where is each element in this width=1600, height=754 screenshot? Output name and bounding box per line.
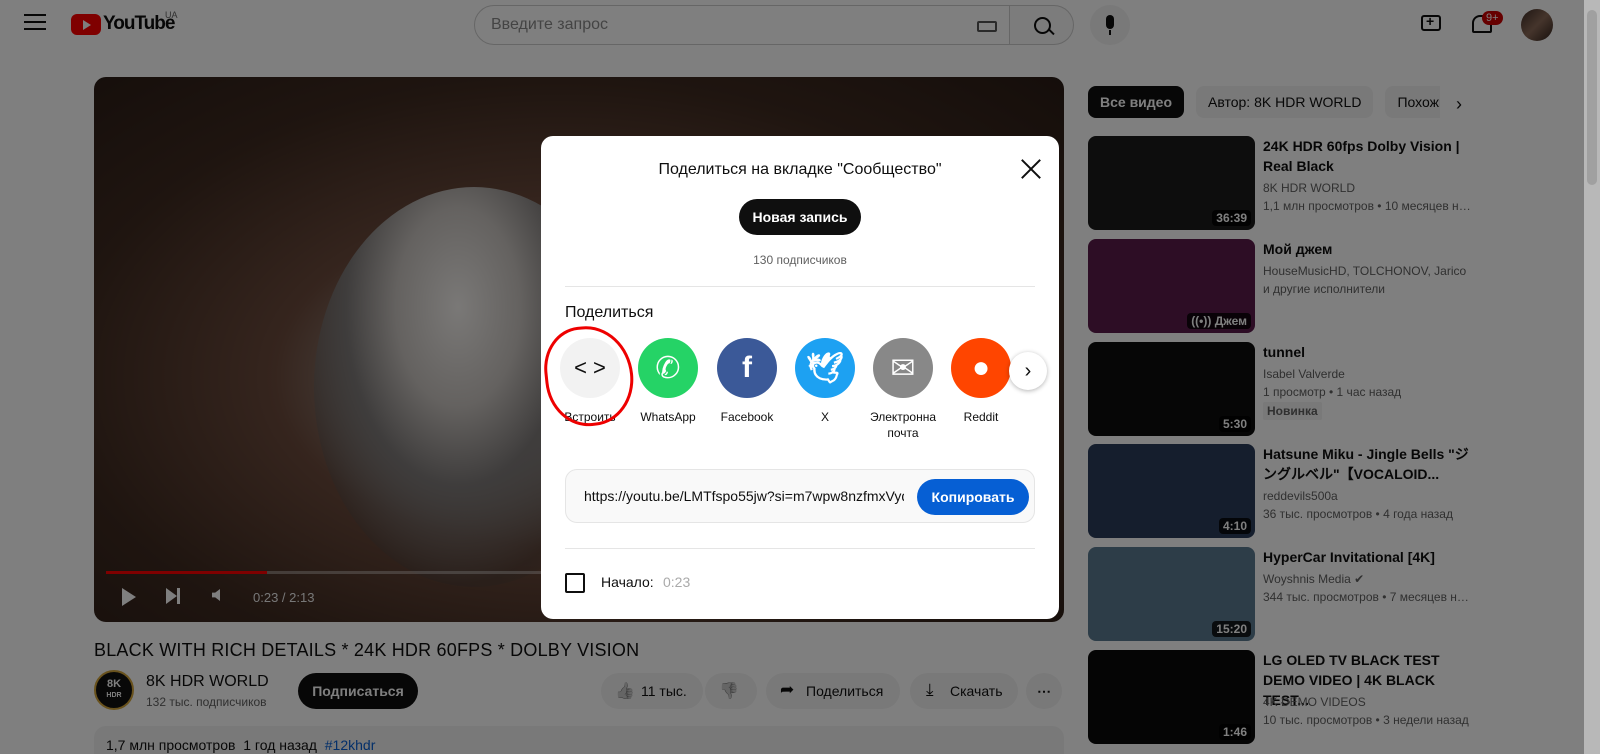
divider xyxy=(565,548,1035,549)
facebook-icon: f xyxy=(717,338,777,398)
scrollbar[interactable] xyxy=(1584,0,1600,754)
divider xyxy=(565,286,1035,287)
reddit-icon: ● xyxy=(951,338,1011,398)
share-reddit[interactable]: ● Reddit xyxy=(946,338,1016,425)
twitter-icon: 🕊 xyxy=(795,338,855,398)
share-dialog: Поделиться на вкладке "Сообщество" Новая… xyxy=(540,136,1059,619)
close-icon[interactable] xyxy=(1018,156,1044,182)
chevron-right-icon[interactable]: › xyxy=(1009,352,1047,390)
start-time-input[interactable]: 0:23 xyxy=(663,574,690,590)
new-post-button[interactable]: Новая запись xyxy=(739,199,861,235)
share-email[interactable]: ✉ Электронна почта xyxy=(868,338,938,441)
share-url-box: https://youtu.be/LMTfspo55jw?si=m7wpw8nz… xyxy=(565,469,1035,523)
share-url[interactable]: https://youtu.be/LMTfspo55jw?si=m7wpw8nz… xyxy=(584,488,904,504)
start-at-label: Начало: xyxy=(601,574,654,590)
start-at-checkbox[interactable] xyxy=(565,573,585,593)
dialog-title: Поделиться на вкладке "Сообщество" xyxy=(658,161,942,178)
share-section-label: Поделиться xyxy=(565,304,654,321)
scrollbar-thumb[interactable] xyxy=(1587,10,1597,185)
subscribers-count: 130 подписчиков xyxy=(753,253,847,267)
share-facebook[interactable]: f Facebook xyxy=(712,338,782,425)
whatsapp-icon: ✆ xyxy=(638,338,698,398)
share-x[interactable]: 🕊 X xyxy=(790,338,860,425)
mail-icon: ✉ xyxy=(873,338,933,398)
copy-button[interactable]: Копировать xyxy=(917,479,1029,515)
share-whatsapp[interactable]: ✆ WhatsApp xyxy=(633,338,703,425)
